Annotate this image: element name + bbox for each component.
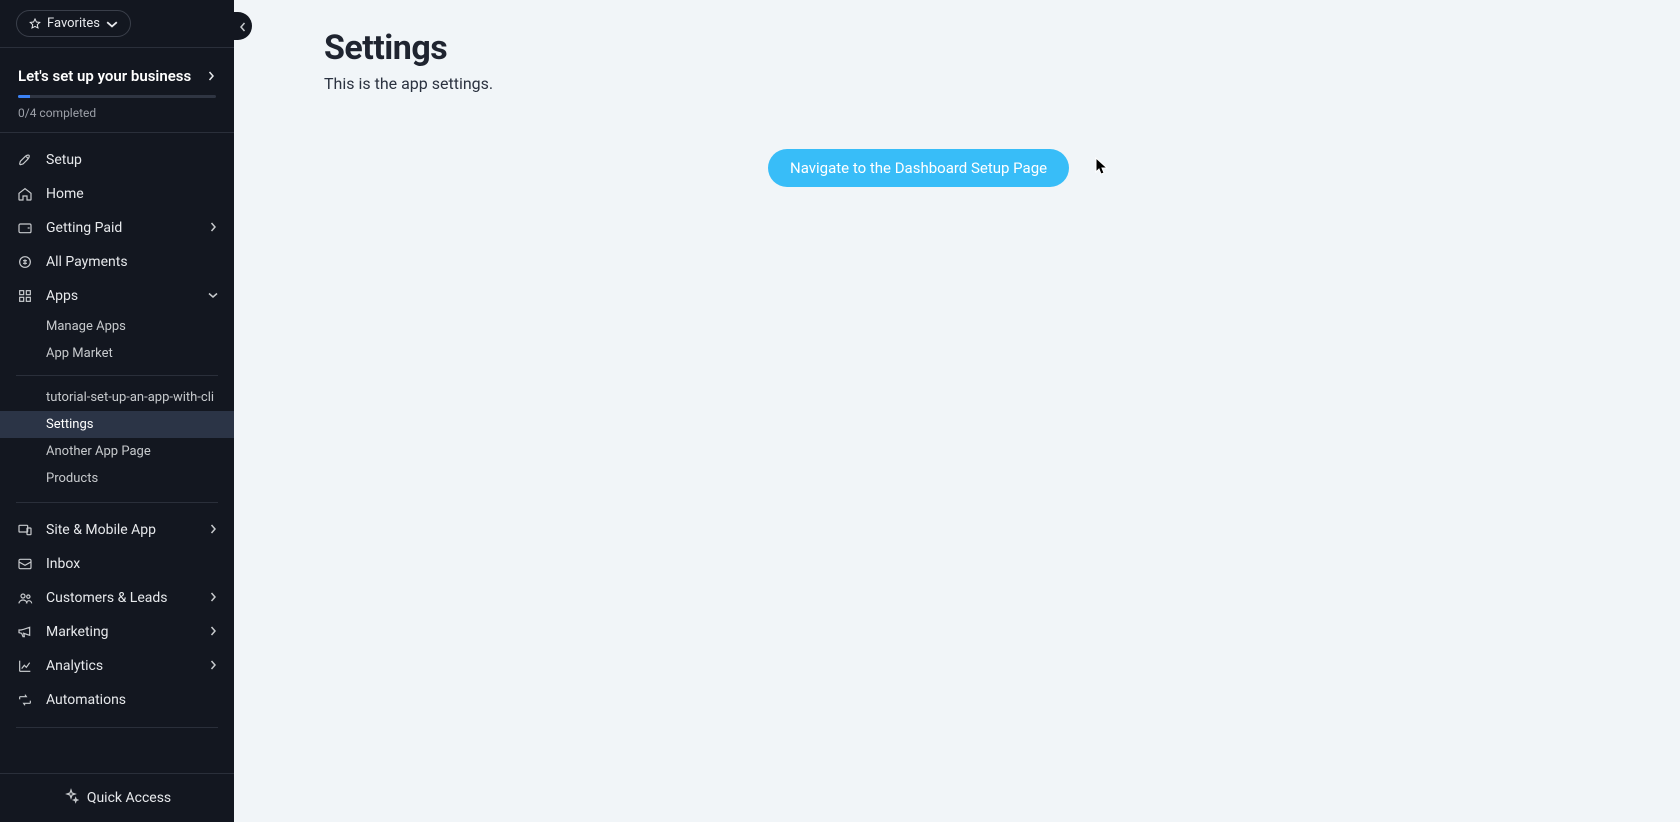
apps-icon — [16, 288, 34, 304]
sidebar-sub-another-app-page[interactable]: Another App Page — [0, 438, 234, 465]
sidebar-sub-apps: Manage Apps App Market tutorial-set-up-a… — [0, 313, 234, 492]
chart-icon — [16, 658, 34, 674]
sidebar-item-label: All Payments — [46, 254, 218, 270]
megaphone-icon — [16, 624, 34, 640]
sidebar-item-label: Home — [46, 186, 218, 202]
setup-progress-label: 0/4 completed — [18, 106, 216, 120]
sidebar-item-all-payments[interactable]: All Payments — [0, 245, 234, 279]
sidebar-item-inbox[interactable]: Inbox — [0, 547, 234, 581]
sidebar-item-automations[interactable]: Automations — [0, 683, 234, 717]
quick-access-label: Quick Access — [87, 790, 171, 806]
sidebar-item-label: Apps — [46, 288, 196, 304]
setup-row[interactable]: Let's set up your business — [18, 66, 216, 85]
chevron-right-icon — [208, 658, 218, 674]
favorites-bar: Favorites — [0, 0, 234, 48]
coin-icon — [16, 254, 34, 270]
page-subtitle: This is the app settings. — [324, 74, 1652, 93]
chevron-right-icon — [208, 624, 218, 640]
sidebar-item-label: Site & Mobile App — [46, 522, 196, 538]
sidebar-item-analytics[interactable]: Analytics — [0, 649, 234, 683]
star-icon — [29, 18, 41, 30]
sidebar-sub-products[interactable]: Products — [0, 465, 234, 492]
chevron-left-icon — [238, 17, 248, 36]
sidebar-item-label: Analytics — [46, 658, 196, 674]
sidebar-sub-tutorial[interactable]: tutorial-set-up-an-app-with-cli — [0, 384, 234, 411]
sparkle-icon — [63, 788, 79, 808]
sidebar-item-site-mobile[interactable]: Site & Mobile App — [0, 513, 234, 547]
chevron-right-icon — [208, 220, 218, 236]
devices-icon — [16, 522, 34, 538]
sidebar-item-label: Marketing — [46, 624, 196, 640]
sidebar-item-label: Getting Paid — [46, 220, 196, 236]
chevron-down-icon — [106, 18, 118, 30]
inbox-icon — [16, 556, 34, 572]
sidebar-item-label: Customers & Leads — [46, 590, 196, 606]
chevron-right-icon — [208, 522, 218, 538]
rocket-icon — [16, 152, 34, 168]
sidebar-sub-manage-apps[interactable]: Manage Apps — [0, 313, 234, 340]
sidebar-item-home[interactable]: Home — [0, 177, 234, 211]
chevron-right-icon — [208, 590, 218, 606]
favorites-button[interactable]: Favorites — [16, 10, 131, 37]
sub-separator — [16, 375, 218, 376]
sidebar-item-apps[interactable]: Apps — [0, 279, 234, 313]
sidebar-item-getting-paid[interactable]: Getting Paid — [0, 211, 234, 245]
wallet-icon — [16, 220, 34, 236]
nav-divider — [16, 727, 218, 728]
main-content: Settings This is the app settings. Navig… — [234, 0, 1680, 822]
sidebar-item-customers-leads[interactable]: Customers & Leads — [0, 581, 234, 615]
setup-title: Let's set up your business — [18, 67, 191, 85]
sidebar-item-label: Setup — [46, 152, 218, 168]
app-root: Favorites Let's set up your business 0/4… — [0, 0, 1680, 822]
sidebar-nav: Setup Home Getting Paid — [0, 133, 234, 773]
chevron-down-icon — [208, 288, 218, 304]
sidebar-sub-settings[interactable]: Settings — [0, 411, 234, 438]
setup-block: Let's set up your business 0/4 completed — [0, 48, 234, 133]
setup-progress-bar — [18, 95, 216, 98]
quick-access-button[interactable]: Quick Access — [0, 773, 234, 822]
sidebar-item-marketing[interactable]: Marketing — [0, 615, 234, 649]
sidebar: Favorites Let's set up your business 0/4… — [0, 0, 234, 822]
nav-divider — [16, 502, 218, 503]
users-icon — [16, 590, 34, 606]
cursor-pointer-icon — [1095, 157, 1111, 181]
sidebar-item-setup[interactable]: Setup — [0, 143, 234, 177]
navigate-dashboard-setup-button[interactable]: Navigate to the Dashboard Setup Page — [768, 149, 1069, 187]
page-title: Settings — [324, 28, 1652, 68]
home-icon — [16, 186, 34, 202]
sidebar-item-label: Inbox — [46, 556, 218, 572]
favorites-label: Favorites — [47, 16, 100, 31]
sidebar-item-label: Automations — [46, 692, 218, 708]
setup-progress-fill — [18, 95, 30, 98]
sidebar-sub-app-market[interactable]: App Market — [0, 340, 234, 367]
automation-icon — [16, 692, 34, 708]
chevron-right-icon — [206, 66, 216, 85]
